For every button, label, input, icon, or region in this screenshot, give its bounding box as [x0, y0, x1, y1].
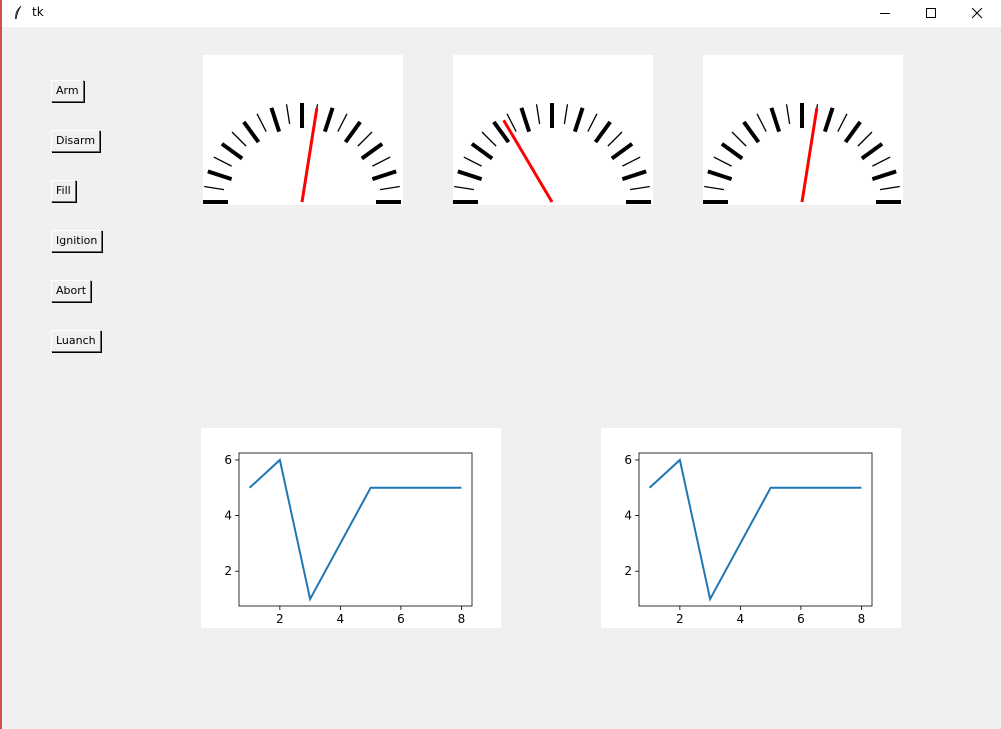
gauge-tick — [822, 107, 835, 133]
gauge-tick — [231, 131, 247, 147]
gauge-tick — [622, 156, 641, 167]
gauge-tick — [220, 142, 244, 161]
x-tick-label: 4 — [737, 612, 745, 626]
gauge-tick — [607, 131, 623, 147]
ignition-button[interactable]: Ignition — [51, 230, 103, 252]
gauge-tick — [872, 156, 891, 167]
abort-button[interactable]: Abort — [51, 280, 92, 302]
gauge-tick — [285, 104, 291, 125]
y-tick-label: 2 — [224, 564, 232, 578]
feather-icon — [15, 5, 22, 20]
gauge-tick — [343, 120, 362, 144]
y-tick-label: 4 — [224, 509, 232, 523]
gauge-tick — [621, 169, 647, 182]
gauge-tick — [256, 113, 267, 132]
x-tick-label: 4 — [337, 612, 345, 626]
gauge-tick — [371, 169, 397, 182]
line-chart-2: 2 4 6 8 2 4 6 — [601, 428, 901, 628]
close-button[interactable] — [955, 0, 1001, 27]
line-chart-1-svg: 2 4 6 8 2 4 6 — [224, 452, 473, 626]
maximize-button[interactable] — [909, 0, 955, 27]
gauge-tick — [707, 169, 733, 182]
x-tick-label: 6 — [797, 612, 805, 626]
gauge-tick — [704, 185, 725, 191]
fill-button[interactable]: Fill — [51, 180, 76, 202]
disarm-button[interactable]: Disarm — [51, 130, 101, 152]
gauge-tick — [587, 113, 598, 132]
gauge-1-dial — [203, 103, 401, 204]
x-tick-label: 8 — [858, 612, 866, 626]
gauge-tick — [769, 107, 782, 133]
gauge-needle — [502, 119, 554, 203]
gauge-tick — [337, 113, 348, 132]
gauge-tick — [610, 142, 634, 161]
y-tick-label: 2 — [624, 564, 632, 578]
gauge-tick — [519, 107, 532, 133]
gauge-tick — [242, 120, 261, 144]
x-tick-label: 6 — [397, 612, 405, 626]
gauge-tick — [572, 107, 585, 133]
gauge-tick — [713, 156, 732, 167]
window-title: tk — [32, 5, 44, 19]
gauge-tick — [379, 185, 400, 191]
x-tick-label: 2 — [276, 612, 284, 626]
gauge-1 — [203, 55, 403, 205]
minimize-icon — [880, 13, 890, 14]
gauge-tick — [593, 120, 612, 144]
gauge-2 — [453, 55, 653, 205]
close-icon — [972, 8, 983, 19]
y-tick-label: 4 — [624, 509, 632, 523]
gauge-tick — [481, 131, 497, 147]
gauge-tick — [207, 169, 233, 182]
arm-button[interactable]: Arm — [51, 80, 84, 102]
plot-axes-frame — [638, 452, 873, 607]
gauge-tick — [871, 169, 897, 182]
gauge-tick — [756, 113, 767, 132]
gauge-tick — [463, 156, 482, 167]
gauge-tick — [837, 113, 848, 132]
gauge-tick — [535, 104, 541, 125]
launch-button[interactable]: Luanch — [51, 330, 101, 352]
gauge-2-dial — [453, 103, 651, 204]
gauge-tick — [785, 104, 791, 125]
gauge-tick — [269, 107, 282, 133]
gauge-tick — [457, 169, 483, 182]
gauge-tick — [322, 107, 335, 133]
main-canvas: Arm Disarm Fill Ignition Abort Luanch 2 4… — [2, 27, 1001, 729]
gauge-tick — [213, 156, 232, 167]
gauge-tick — [372, 156, 391, 167]
gauge-tick — [731, 131, 747, 147]
gauge-3 — [703, 55, 903, 205]
series-line — [648, 458, 862, 602]
title-bar[interactable]: tk — [2, 0, 1001, 27]
gauge-tick — [360, 142, 384, 161]
gauge-tick — [629, 185, 650, 191]
x-tick-label: 8 — [458, 612, 466, 626]
gauge-tick — [843, 120, 862, 144]
gauge-tick — [357, 131, 373, 147]
gauge-needle — [800, 107, 819, 203]
plot-axes-frame — [238, 452, 473, 607]
gauge-tick — [204, 185, 225, 191]
gauge-tick — [563, 104, 569, 125]
gauge-tick — [860, 142, 884, 161]
gauge-tick — [454, 185, 475, 191]
series-line — [248, 458, 462, 602]
minimize-button[interactable] — [863, 0, 909, 27]
gauge-tick — [720, 142, 744, 161]
gauge-tick — [470, 142, 494, 161]
gauge-tick — [742, 120, 761, 144]
y-tick-label: 6 — [624, 453, 632, 467]
line-chart-1: 2 4 6 8 2 4 6 — [201, 428, 501, 628]
gauge-tick — [857, 131, 873, 147]
x-tick-label: 2 — [676, 612, 684, 626]
gauge-3-dial — [703, 103, 901, 204]
line-chart-2-svg: 2 4 6 8 2 4 6 — [624, 452, 873, 626]
maximize-icon — [926, 8, 936, 18]
y-tick-label: 6 — [224, 453, 232, 467]
gauge-tick — [879, 185, 900, 191]
gauge-needle — [300, 107, 319, 203]
